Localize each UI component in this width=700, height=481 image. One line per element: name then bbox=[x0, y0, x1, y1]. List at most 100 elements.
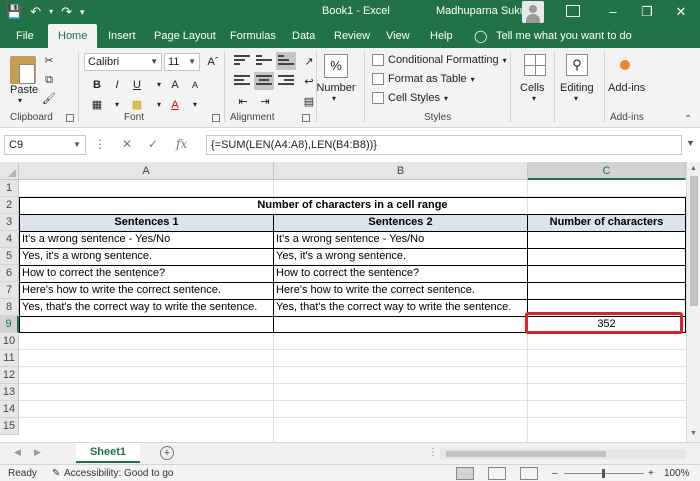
table-cell-a5[interactable]: Yes, it's a wrong sentence. bbox=[20, 248, 273, 265]
expand-formula-bar-icon[interactable]: ▼ bbox=[686, 138, 695, 148]
redo-icon[interactable]: ↷ bbox=[61, 3, 72, 21]
worksheet-grid[interactable]: A B C 1 2 3 4 5 6 7 8 9 10 11 12 13 14 1… bbox=[0, 162, 700, 442]
row-header[interactable]: 11 bbox=[0, 350, 19, 367]
font-size-dropdown[interactable]: 11 ▼ bbox=[164, 53, 200, 71]
restore-icon[interactable]: ❐ bbox=[634, 2, 660, 22]
italic-icon[interactable]: I bbox=[108, 76, 126, 94]
vertical-scroll-thumb[interactable] bbox=[690, 176, 698, 306]
row-header[interactable]: 6 bbox=[0, 265, 19, 282]
format-as-table-button[interactable]: Format as Table ▾ bbox=[372, 73, 475, 85]
copy-icon[interactable]: ⧉ bbox=[42, 73, 56, 87]
number-dropdown-icon[interactable]: ▾ bbox=[332, 94, 336, 103]
header-cell-b3[interactable]: Sentences 2 bbox=[274, 214, 527, 231]
select-all-button[interactable] bbox=[0, 162, 19, 180]
row-header[interactable]: 3 bbox=[0, 214, 19, 231]
row-header[interactable]: 7 bbox=[0, 282, 19, 299]
zoom-out-icon[interactable]: – bbox=[552, 468, 558, 479]
table-cell-a4[interactable]: It's a wrong sentence - Yes/No bbox=[20, 231, 273, 248]
add-ins-icon[interactable] bbox=[620, 60, 630, 70]
vertical-scrollbar[interactable]: ▲ ▼ bbox=[686, 162, 700, 442]
add-ins-button[interactable]: Add-ins bbox=[608, 82, 645, 94]
font-launcher-icon[interactable] bbox=[212, 114, 220, 122]
collapse-ribbon-icon[interactable]: ⌃ bbox=[684, 114, 692, 125]
row-header[interactable]: 4 bbox=[0, 231, 19, 248]
row-header[interactable]: 5 bbox=[0, 248, 19, 265]
sheet-title-cell[interactable]: Number of characters in a cell range bbox=[20, 197, 685, 214]
horizontal-scrollbar[interactable] bbox=[440, 449, 686, 459]
table-cell-b7[interactable]: Here's how to write the correct sentence… bbox=[274, 282, 527, 299]
undo-dropdown-icon[interactable]: ▾ bbox=[49, 3, 53, 21]
scroll-up-icon[interactable]: ▲ bbox=[690, 165, 697, 172]
increase-font-icon[interactable]: Aˆ bbox=[204, 53, 222, 71]
undo-icon[interactable]: ↶ bbox=[30, 3, 41, 21]
save-icon[interactable]: 💾 bbox=[6, 3, 22, 21]
minimize-icon[interactable]: – bbox=[600, 2, 626, 22]
middle-align-icon[interactable] bbox=[254, 52, 274, 70]
tell-me-search[interactable]: Tell me what you want to do bbox=[496, 24, 632, 48]
editing-search-icon[interactable]: ⚲ bbox=[566, 54, 588, 76]
table-cell-b8[interactable]: Yes, that's the correct way to write the… bbox=[274, 299, 527, 316]
tab-split-icon[interactable]: ⋮ bbox=[428, 447, 438, 458]
header-cell-c3[interactable]: Number of characters bbox=[528, 214, 685, 231]
enter-icon[interactable]: ✓ bbox=[148, 137, 158, 151]
tab-help[interactable]: Help bbox=[428, 24, 455, 48]
tab-view[interactable]: View bbox=[384, 24, 412, 48]
table-cell-a7[interactable]: Here's how to write the correct sentence… bbox=[20, 282, 273, 299]
table-cell-b5[interactable]: Yes, it's a wrong sentence. bbox=[274, 248, 527, 265]
alignment-launcher-icon[interactable] bbox=[302, 114, 310, 122]
row-header[interactable]: 9 bbox=[0, 316, 19, 333]
format-painter-icon[interactable]: 🖌 bbox=[42, 92, 56, 106]
row-header[interactable]: 12 bbox=[0, 367, 19, 384]
table-cell-b6[interactable]: How to correct the sentence? bbox=[274, 265, 527, 282]
row-header[interactable]: 14 bbox=[0, 401, 19, 418]
tab-data[interactable]: Data bbox=[290, 24, 317, 48]
clipboard-launcher-icon[interactable] bbox=[66, 114, 74, 122]
zoom-level[interactable]: 100% bbox=[664, 468, 690, 479]
table-cell-a8[interactable]: Yes, that's the correct way to write the… bbox=[20, 299, 273, 316]
normal-view-icon[interactable] bbox=[456, 467, 474, 480]
tab-formulas[interactable]: Formulas bbox=[228, 24, 278, 48]
tab-review[interactable]: Review bbox=[332, 24, 372, 48]
shrink-font-icon[interactable]: A bbox=[186, 76, 204, 94]
grow-font-icon[interactable]: A bbox=[166, 76, 184, 94]
prev-sheet-icon[interactable]: ◀ bbox=[14, 447, 21, 458]
cancel-icon[interactable]: ✕ bbox=[122, 137, 132, 151]
editing-button[interactable]: Editing bbox=[560, 82, 594, 94]
top-align-icon[interactable] bbox=[232, 52, 252, 70]
tab-page-layout[interactable]: Page Layout bbox=[152, 24, 218, 48]
underline-icon[interactable]: U bbox=[128, 76, 146, 94]
page-layout-view-icon[interactable] bbox=[488, 467, 506, 480]
cut-icon[interactable]: ✂ bbox=[42, 54, 56, 68]
row-header[interactable]: 1 bbox=[0, 180, 19, 197]
table-cell-a6[interactable]: How to correct the sentence? bbox=[20, 265, 273, 282]
column-header-c[interactable]: C bbox=[528, 162, 686, 180]
increase-indent-icon[interactable]: ⇥ bbox=[256, 93, 274, 111]
name-box[interactable]: C9 ▼ bbox=[4, 135, 86, 155]
formula-input[interactable]: {=SUM(LEN(A4:A8),LEN(B4:B8))} bbox=[206, 135, 682, 155]
conditional-formatting-button[interactable]: Conditional Formatting ▾ bbox=[372, 54, 507, 66]
add-sheet-icon[interactable]: + bbox=[160, 446, 174, 460]
align-left-icon[interactable] bbox=[232, 72, 252, 90]
cells-icon[interactable] bbox=[524, 54, 546, 76]
scroll-down-icon[interactable]: ▼ bbox=[690, 430, 697, 437]
avatar[interactable] bbox=[522, 1, 544, 23]
row-header[interactable]: 2 bbox=[0, 197, 19, 214]
number-format-icon[interactable]: % bbox=[324, 54, 348, 78]
paste-button[interactable]: Paste bbox=[10, 84, 38, 96]
align-center-icon[interactable] bbox=[254, 72, 274, 90]
bottom-align-icon[interactable] bbox=[276, 52, 296, 70]
horizontal-scroll-thumb[interactable] bbox=[446, 451, 606, 457]
user-name[interactable]: Madhuparna Sukul bbox=[436, 5, 528, 17]
tab-file[interactable]: File bbox=[14, 24, 36, 48]
cells-dropdown-icon[interactable]: ▾ bbox=[532, 94, 536, 103]
row-header[interactable]: 13 bbox=[0, 384, 19, 401]
font-color-dropdown-icon[interactable]: ▾ bbox=[186, 96, 204, 114]
zoom-in-icon[interactable]: + bbox=[648, 468, 654, 479]
number-button[interactable]: Number bbox=[316, 82, 356, 94]
decrease-indent-icon[interactable]: ⇤ bbox=[234, 93, 252, 111]
font-name-dropdown[interactable]: Calibri ▼ bbox=[84, 53, 162, 71]
page-break-view-icon[interactable] bbox=[520, 467, 538, 480]
cell-styles-button[interactable]: Cell Styles ▾ bbox=[372, 92, 448, 104]
insert-function-icon[interactable]: fx bbox=[176, 137, 187, 151]
customize-qat-icon[interactable]: ▾ bbox=[80, 3, 85, 21]
